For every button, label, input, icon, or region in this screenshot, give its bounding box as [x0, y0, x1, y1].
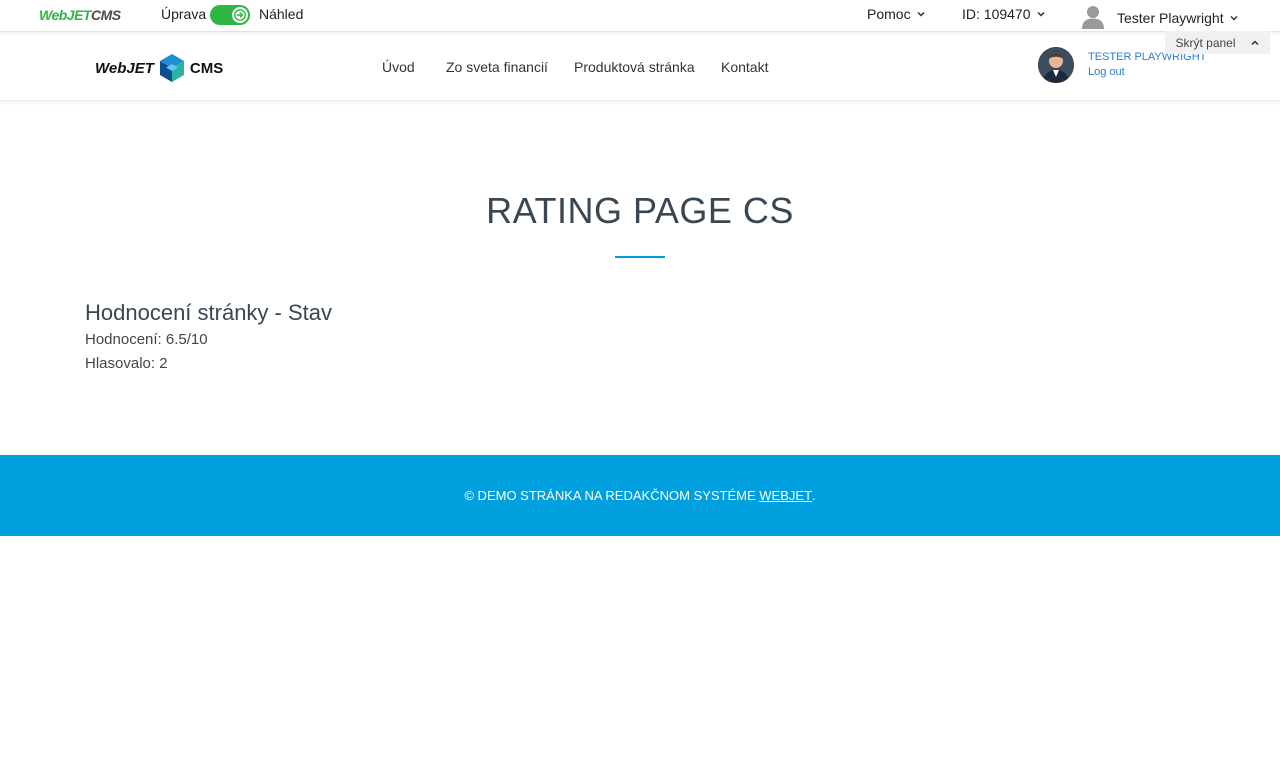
help-menu[interactable]: Pomoc	[867, 6, 926, 22]
footer-suffix: .	[812, 488, 816, 503]
chevron-down-icon	[917, 11, 925, 17]
site-logo[interactable]: WebJET CMS	[95, 54, 223, 82]
site-header: WebJET CMS Úvod Zo sveta financií Produk…	[0, 32, 1280, 101]
rating-value: Hodnocení: 6.5/10	[85, 331, 208, 348]
footer-webjet-link[interactable]: WEBJET	[759, 488, 812, 503]
admin-logo-web: WebJET	[39, 7, 91, 23]
admin-logo-cms: CMS	[90, 7, 121, 23]
user-icon	[1082, 6, 1104, 29]
edit-mode-label[interactable]: Úprava	[161, 6, 206, 22]
rating-votes: Hlasovalo: 2	[85, 355, 168, 372]
chevron-down-icon	[1230, 15, 1238, 21]
avatar	[1038, 47, 1074, 83]
nav-item-financie[interactable]: Zo sveta financií	[446, 59, 548, 75]
logout-link[interactable]: Log out	[1088, 65, 1206, 80]
footer-text: © DEMO STRÁNKA NA REDAKČNOM SYSTÉME	[464, 488, 756, 503]
cube-logo-icon	[159, 54, 184, 82]
rating-heading: Hodnocení stránky - Stav	[85, 300, 333, 325]
preview-mode-label[interactable]: Náhled	[259, 6, 303, 22]
nav-item-kontakt[interactable]: Kontakt	[721, 59, 768, 75]
admin-toolbar: WebJET CMS Úprava Náhled Pomoc ID: 10947…	[0, 0, 1280, 32]
admin-user-menu[interactable]: Tester Playwright	[1080, 3, 1239, 29]
chevron-down-icon	[1036, 11, 1045, 17]
help-menu-label: Pomoc	[867, 6, 911, 22]
hide-panel-label: Skrýt panel	[1175, 35, 1236, 50]
site-logo-text-webjet: WebJET	[95, 59, 154, 77]
page-id-label: ID: 109470	[962, 6, 1031, 22]
page-title: RATING PAGE CS	[486, 190, 794, 231]
admin-user-name: Tester Playwright	[1117, 9, 1224, 26]
nav-item-uvod[interactable]: Úvod	[382, 59, 415, 75]
chevron-up-icon	[1250, 39, 1259, 45]
page-id-menu[interactable]: ID: 109470	[962, 6, 1046, 22]
edit-preview-toggle[interactable]	[210, 5, 250, 25]
nav-item-produktova-stranka[interactable]: Produktová stránka	[574, 59, 695, 75]
hide-panel-button[interactable]: Skrýt panel	[1165, 31, 1270, 54]
site-logo-text-cms: CMS	[189, 59, 224, 77]
webjet-admin-logo[interactable]: WebJET CMS	[39, 7, 121, 23]
title-divider	[615, 256, 665, 258]
site-footer: © DEMO STRÁNKA NA REDAKČNOM SYSTÉME WEBJ…	[0, 455, 1280, 536]
arrow-right-icon	[232, 7, 248, 23]
